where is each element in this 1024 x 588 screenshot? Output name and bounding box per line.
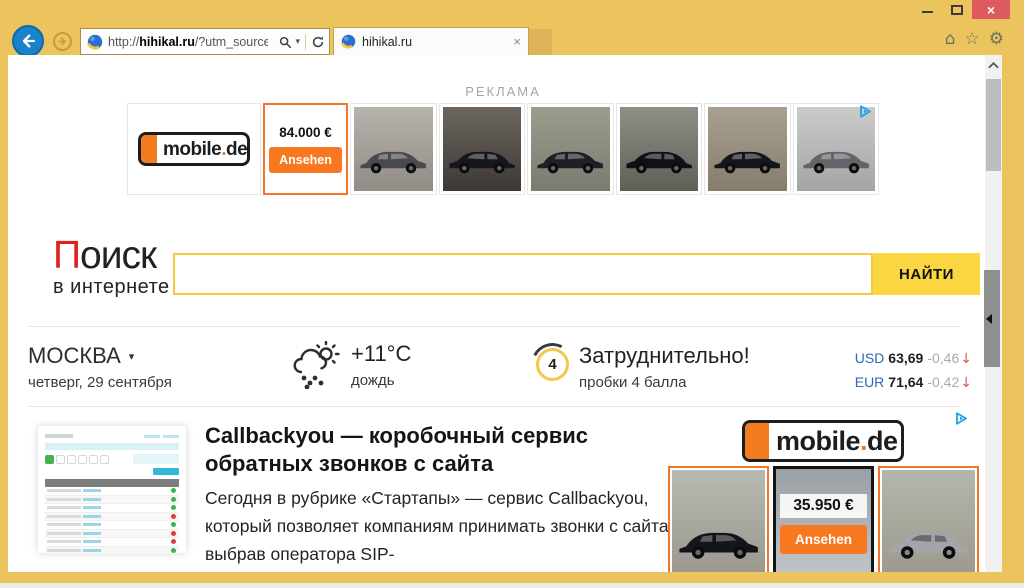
- top-ad-offer[interactable]: 84.000 € Ansehen: [263, 103, 348, 195]
- url-text: http://hihikal.ru/?utm_source=nc: [108, 35, 268, 49]
- divider: [28, 406, 960, 407]
- car-photo[interactable]: [616, 103, 703, 195]
- article-body: Сегодня в рубрике «Стартапы» — сервис Ca…: [205, 484, 695, 568]
- search-caret-icon[interactable]: ▾: [295, 36, 300, 47]
- scroll-up-icon[interactable]: [988, 61, 999, 69]
- ad-section-label: РЕКЛАМА: [127, 84, 879, 99]
- car-photo[interactable]: [878, 466, 979, 572]
- divider: [28, 326, 960, 327]
- divider: [305, 34, 306, 50]
- search-submit-button[interactable]: НАЙТИ: [873, 253, 980, 295]
- desktop-edge: [0, 583, 1024, 588]
- globe-icon: [341, 34, 356, 49]
- adchoices-icon[interactable]: [954, 411, 969, 426]
- car-photo[interactable]: [668, 466, 769, 572]
- car-photo[interactable]: [704, 103, 791, 195]
- ansehen-button[interactable]: Ansehen: [269, 147, 342, 173]
- logo-orange-tab: [141, 135, 157, 163]
- search-logo: Поиск в интернете: [53, 236, 170, 299]
- ansehen-button[interactable]: Ansehen: [780, 525, 867, 554]
- down-arrow-icon: ↓: [960, 375, 972, 391]
- currency-rates[interactable]: USD63,69-0,46↓ EUR71,64-0,42↓: [855, 347, 972, 395]
- search-icon[interactable]: [278, 35, 292, 49]
- city-selector[interactable]: МОСКВА: [28, 343, 121, 369]
- address-bar[interactable]: http://hihikal.ru/?utm_source=nc ▾: [80, 28, 330, 55]
- price-label: 35.950 €: [780, 494, 867, 518]
- article-thumbnail[interactable]: [38, 426, 186, 553]
- temperature-label: +11°C: [351, 341, 411, 367]
- maximize-button[interactable]: [942, 0, 972, 19]
- down-arrow-icon: ↓: [960, 351, 972, 367]
- back-button[interactable]: [12, 25, 44, 57]
- refresh-icon[interactable]: [311, 35, 325, 49]
- minimize-button[interactable]: [912, 0, 942, 19]
- city-caret-icon[interactable]: ▾: [129, 350, 135, 363]
- traffic-widget[interactable]: 4 Затруднительно! пробки 4 балла: [536, 343, 750, 391]
- logo-orange-tab: [745, 423, 769, 459]
- price-label: 84.000 €: [279, 125, 332, 140]
- side-ad-banner: mobile.de 35.950 € Ansehen: [665, 409, 981, 572]
- car-photo[interactable]: [439, 103, 526, 195]
- search-input[interactable]: [173, 253, 873, 295]
- page-content: РЕКЛАМА mobile.de 84.000 € Ansehen: [8, 55, 1002, 572]
- home-icon[interactable]: ⌂: [945, 28, 956, 50]
- forward-button[interactable]: [53, 32, 72, 51]
- date-label: четверг, 29 сентября: [28, 374, 172, 391]
- side-ad-offer[interactable]: 35.950 € Ansehen: [773, 466, 874, 572]
- tab-title: hihikal.ru: [362, 35, 412, 49]
- adchoices-icon[interactable]: [858, 104, 873, 119]
- tab-hihikal[interactable]: hihikal.ru ×: [333, 27, 529, 55]
- new-tab-button[interactable]: [529, 29, 552, 55]
- car-photo[interactable]: [527, 103, 614, 195]
- favorites-star-icon[interactable]: ☆: [965, 28, 980, 50]
- maximize-icon: [951, 5, 963, 15]
- rain-cloud-icon: [291, 341, 343, 389]
- condition-label: дождь: [351, 372, 411, 389]
- traffic-description: пробки 4 балла: [579, 374, 750, 391]
- weather-widget[interactable]: +11°C дождь: [291, 341, 411, 389]
- eur-rate-row: EUR71,64-0,42↓: [855, 371, 972, 395]
- article-title[interactable]: Callbackyou — коробочный сервис обратных…: [205, 422, 687, 477]
- traffic-level-icon: 4: [536, 348, 569, 381]
- forward-arrow-icon: [57, 36, 68, 47]
- top-ad-banner: mobile.de 84.000 € Ansehen: [127, 103, 879, 195]
- settings-gear-icon[interactable]: ⚙: [989, 28, 1004, 50]
- browser-window: × http://hihikal.ru/?utm_source=nc ▾ hih…: [0, 0, 1024, 583]
- close-icon: ×: [987, 2, 995, 18]
- close-window-button[interactable]: ×: [972, 0, 1010, 19]
- mobile-de-logo[interactable]: mobile.de: [127, 103, 261, 195]
- back-arrow-icon: [19, 32, 37, 50]
- side-panel-pull-tab[interactable]: [984, 270, 1000, 367]
- tab-close-icon[interactable]: ×: [513, 34, 521, 49]
- car-photo[interactable]: [350, 103, 437, 195]
- usd-rate-row: USD63,69-0,46↓: [855, 347, 972, 371]
- minimize-icon: [922, 11, 933, 13]
- globe-icon: [87, 34, 103, 50]
- scrollbar-thumb[interactable]: [986, 79, 1001, 171]
- traffic-status: Затруднительно!: [579, 343, 750, 369]
- mobile-de-logo[interactable]: mobile.de: [742, 420, 904, 462]
- window-controls: ×: [912, 0, 1010, 19]
